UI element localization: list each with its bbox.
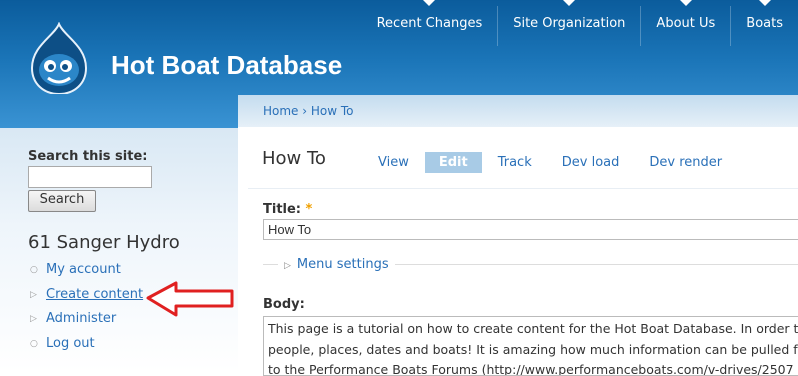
circle-bullet-icon: ○	[30, 338, 38, 349]
menu-item-my-account[interactable]: ○ My account	[28, 262, 143, 287]
tab-dev-render[interactable]: Dev render	[635, 152, 736, 173]
menu-link[interactable]: My account	[46, 262, 121, 277]
tab-track[interactable]: Track	[484, 152, 546, 173]
drupal-logo-icon[interactable]	[30, 22, 88, 94]
tab-edit[interactable]: Edit	[424, 152, 482, 173]
nav-notch-icon	[563, 0, 576, 6]
tab-dev-load[interactable]: Dev load	[548, 152, 634, 173]
user-block-title: 61 Sanger Hydro	[28, 232, 180, 253]
breadcrumb[interactable]: Home › How To	[263, 104, 354, 118]
triangle-bullet-icon: ▷	[30, 314, 37, 324]
menu-item-create-content[interactable]: ▷ Create content	[28, 287, 143, 312]
tab-view[interactable]: View	[364, 152, 423, 173]
primary-nav: Recent Changes Site Organization About U…	[362, 0, 798, 46]
title-input[interactable]	[263, 219, 798, 240]
site-name[interactable]: Hot Boat Database	[111, 50, 342, 81]
divider	[248, 188, 798, 189]
nav-notch-icon	[423, 0, 436, 6]
nav-about-us[interactable]: About Us	[640, 0, 730, 46]
page-title: How To	[262, 148, 326, 169]
body-line: to the Performance Boats Forums (http://…	[268, 362, 794, 376]
required-mark: *	[305, 202, 313, 217]
search-input[interactable]	[28, 166, 152, 188]
menu-link[interactable]: Administer	[46, 311, 116, 326]
nav-recent-changes[interactable]: Recent Changes	[362, 0, 498, 46]
menu-settings-toggle[interactable]: ▷ Menu settings	[278, 257, 395, 272]
nav-site-organization[interactable]: Site Organization	[497, 0, 640, 46]
nav-label: About Us	[656, 16, 716, 31]
triangle-bullet-icon: ▷	[30, 289, 37, 300]
expand-triangle-icon: ▷	[284, 261, 291, 271]
nav-label: Site Organization	[513, 16, 626, 31]
nav-notch-icon	[758, 0, 771, 6]
menu-link[interactable]: Log out	[46, 336, 95, 351]
user-menu: ○ My account ▷ Create content ▷ Administer …	[28, 262, 143, 360]
nav-notch-icon	[679, 0, 692, 6]
nav-label: Boats	[746, 16, 783, 31]
body-line: This page is a tutorial on how to create…	[268, 321, 798, 336]
search-label: Search this site:	[28, 149, 148, 164]
title-label-text: Title:	[263, 202, 302, 217]
local-tabs: View Edit Track Dev load Dev render	[364, 152, 738, 173]
menu-link[interactable]: Create content	[46, 287, 143, 302]
red-arrow-icon	[146, 281, 234, 317]
search-button[interactable]: Search	[28, 190, 96, 212]
menu-item-log-out[interactable]: ○ Log out	[28, 336, 143, 361]
circle-bullet-icon: ○	[30, 265, 38, 275]
title-label: Title: *	[263, 202, 312, 217]
menu-item-administer[interactable]: ▷ Administer	[28, 311, 143, 336]
nav-boats[interactable]: Boats	[730, 0, 798, 46]
body-label: Body:	[263, 297, 305, 312]
body-line: people, places, dates and boats! It is a…	[268, 341, 798, 357]
body-textarea[interactable]: This page is a tutorial on how to create…	[263, 316, 798, 376]
nav-label: Recent Changes	[376, 16, 483, 31]
menu-settings-label: Menu settings	[296, 257, 389, 272]
